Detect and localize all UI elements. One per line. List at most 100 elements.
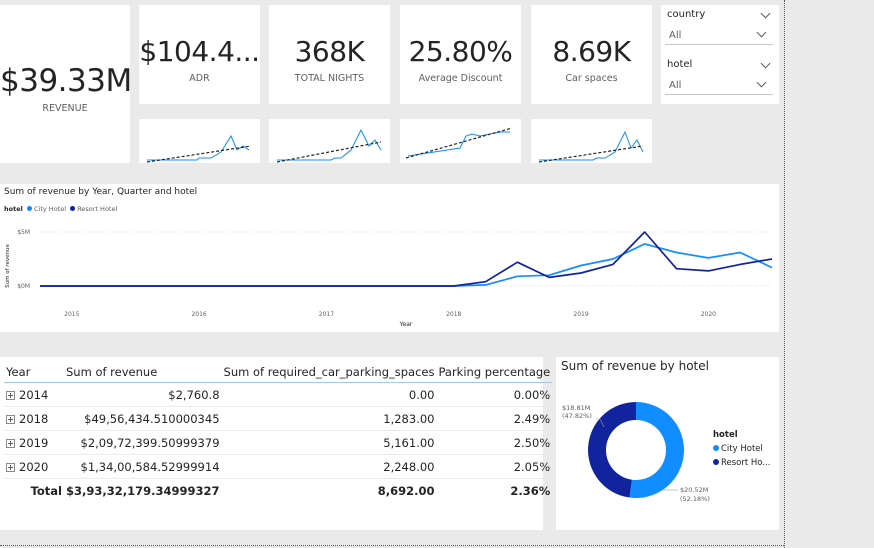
- series-line-resort-hotel: [40, 231, 773, 287]
- header-parking[interactable]: Sum of required_car_parking_spaces: [222, 362, 437, 383]
- expand-icon[interactable]: [6, 438, 15, 448]
- country-slicer-dropdown[interactable]: All: [665, 27, 773, 45]
- row-parking: 0.00: [408, 387, 435, 402]
- discount-card: 25.80% Average Discount: [400, 5, 521, 104]
- donut-legend-resort-label: Resort Ho...: [721, 458, 771, 468]
- nights-card: 368K TOTAL NIGHTS: [269, 5, 390, 104]
- donut-label-resort-value: $18.81M: [562, 404, 591, 412]
- adr-value: $104.4...: [139, 35, 260, 68]
- donut-slice-resort-hotel: [587, 402, 636, 498]
- hotel-slicer-value: All: [669, 80, 682, 91]
- collapse-chevron-icon[interactable]: [760, 58, 771, 69]
- x-tick-label: 2020: [701, 311, 716, 318]
- revenue-label: REVENUE: [42, 103, 88, 114]
- revenue-donut-chart: Sum of revenue by hotel $18.81M (47.82%)…: [556, 357, 779, 530]
- table-row: 2020 $1,34,00,584.52999914 2,248.00 2.05…: [4, 455, 553, 479]
- chevron-down-icon: [756, 27, 767, 38]
- row-year: 2018: [19, 411, 49, 426]
- x-tick-label: 2018: [446, 311, 461, 318]
- sparkline-trend: [146, 145, 252, 163]
- x-tick-label: 2015: [64, 311, 79, 318]
- header-parking-pct[interactable]: Parking percentage: [436, 362, 552, 383]
- hotel-slicer-title: hotel: [667, 59, 693, 70]
- nights-sparkline: [269, 119, 390, 163]
- adr-sparkline: [139, 119, 260, 163]
- row-year: 2014: [19, 387, 49, 402]
- row-revenue: $2,760.8: [168, 387, 220, 402]
- expand-icon[interactable]: [6, 390, 15, 400]
- sparkline-line: [147, 134, 250, 161]
- table-row: 2018 $49,56,434.510000345 1,283.00 2.49%: [4, 407, 553, 431]
- nights-label: TOTAL NIGHTS: [294, 73, 365, 84]
- car-card: 8.69K Car spaces: [531, 5, 652, 104]
- page-boundary-vertical: [784, 0, 785, 548]
- line-chart-plot: $0M $5M 2015 2016 2017 2018 2019 2020 Year Sum of…: [5, 229, 773, 328]
- row-revenue: $1,34,00,584.52999914: [80, 459, 220, 474]
- matrix-header-row: Year Sum of revenue Sum of required_car_…: [4, 362, 553, 383]
- row-pct: 2.50%: [513, 435, 551, 450]
- donut-legend-title: hotel: [713, 430, 738, 440]
- y-axis-title: Sum of revenue: [5, 244, 11, 288]
- donut-label-resort-pct: (47.82%): [562, 412, 592, 420]
- expand-icon[interactable]: [6, 462, 15, 472]
- donut-legend: hotel City Hotel Resort Ho...: [713, 430, 770, 468]
- slicer-panel: country All hotel All: [661, 5, 779, 104]
- x-tick-label: 2017: [319, 311, 334, 318]
- total-row: Total $3,93,32,179.34999327 8,692.00 2.3…: [4, 479, 552, 503]
- car-sparkline-chart: [538, 130, 644, 163]
- row-pct: 0.00%: [513, 387, 551, 402]
- x-tick-label: 2016: [191, 311, 206, 318]
- donut-legend-city-label: City Hotel: [721, 444, 763, 454]
- row-year: 2020: [19, 459, 49, 474]
- sparkline-line: [539, 130, 644, 161]
- chevron-down-icon: [756, 77, 767, 88]
- car-value: 8.69K: [552, 35, 631, 68]
- legend-dot-icon: [713, 459, 719, 465]
- row-parking: 1,283.00: [383, 411, 435, 426]
- donut-label-city-value: $20.52M: [680, 486, 709, 494]
- car-sparkline: [531, 119, 652, 163]
- hotel-slicer-dropdown[interactable]: All: [665, 77, 773, 95]
- row-parking: 2,248.00: [383, 459, 435, 474]
- donut-legend-resort: Resort Ho...: [713, 458, 770, 468]
- adr-label: ADR: [189, 73, 210, 84]
- header-year[interactable]: Year: [4, 362, 64, 383]
- adr-sparkline-chart: [146, 134, 252, 163]
- country-slicer-title: country: [667, 9, 706, 20]
- row-revenue: $2,09,72,399.50999379: [80, 435, 220, 450]
- country-slicer-value: All: [669, 30, 682, 41]
- x-tick-label: 2019: [573, 311, 588, 318]
- nights-value: 368K: [294, 35, 365, 68]
- discount-label: Average Discount: [418, 73, 503, 84]
- nights-sparkline-chart: [276, 128, 382, 163]
- total-parking: 8,692.00: [377, 483, 435, 498]
- donut-slice-city-hotel: [629, 402, 684, 498]
- y-tick-label: $0M: [17, 283, 30, 290]
- header-revenue[interactable]: Sum of revenue: [64, 362, 222, 383]
- revenue-value: $39.33M: [0, 63, 130, 99]
- series-line-city-hotel: [40, 243, 773, 287]
- total-revenue: $3,93,32,179.34999327: [66, 483, 220, 498]
- collapse-chevron-icon[interactable]: [760, 8, 771, 19]
- x-axis-title: Year: [399, 321, 413, 328]
- table-row: 2019 $2,09,72,399.50999379 5,161.00 2.50…: [4, 431, 553, 455]
- row-pct: 2.05%: [513, 459, 551, 474]
- y-tick-label: $5M: [17, 229, 30, 236]
- car-label: Car spaces: [565, 73, 618, 84]
- row-pct: 2.49%: [513, 411, 551, 426]
- adr-card: $104.4... ADR: [139, 5, 260, 104]
- revenue-card: $39.33M REVENUE: [0, 5, 130, 163]
- page-boundary-horizontal: [0, 545, 784, 546]
- discount-sparkline-chart: [405, 127, 513, 159]
- expand-icon[interactable]: [6, 414, 15, 424]
- table-row: 2014 $2,760.8 0.00 0.00%: [4, 383, 553, 407]
- row-year: 2019: [19, 435, 49, 450]
- sparkline-line: [407, 131, 510, 157]
- total-pct: 2.36%: [510, 483, 551, 498]
- sparkline-trend: [276, 141, 382, 163]
- row-parking: 5,161.00: [383, 435, 435, 450]
- discount-value: 25.80%: [408, 35, 513, 68]
- row-revenue: $49,56,434.510000345: [84, 411, 220, 426]
- revenue-line-chart: Sum of revenue by Year, Quarter and hote…: [0, 184, 779, 332]
- revenue-matrix-table: Year Sum of revenue Sum of required_car_…: [4, 362, 553, 503]
